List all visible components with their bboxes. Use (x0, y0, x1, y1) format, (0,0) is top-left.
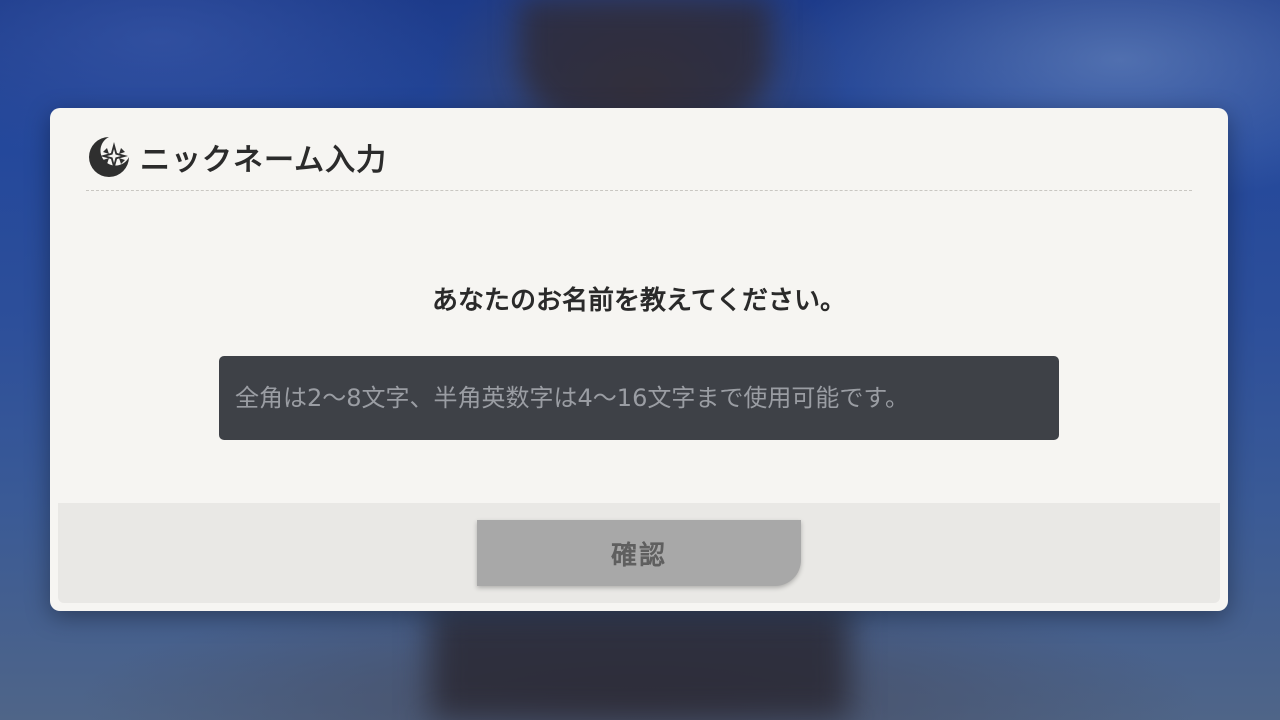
confirm-button[interactable]: 確認 (477, 520, 801, 586)
background-character-silhouette (520, 0, 770, 120)
compass-star-icon (89, 137, 129, 177)
dialog-header: ニックネーム入力 (86, 134, 387, 180)
game-background: ニックネーム入力 あなたのお名前を教えてください。 確認 (0, 0, 1280, 720)
dialog-title: ニックネーム入力 (140, 143, 388, 178)
header-divider (86, 190, 1192, 191)
name-prompt: あなたのお名前を教えてください。 (432, 286, 846, 316)
nickname-dialog: ニックネーム入力 あなたのお名前を教えてください。 確認 (50, 108, 1228, 611)
background-character-lower (430, 610, 850, 720)
confirm-button-label: 確認 (610, 540, 667, 571)
nickname-input[interactable] (219, 356, 1059, 440)
